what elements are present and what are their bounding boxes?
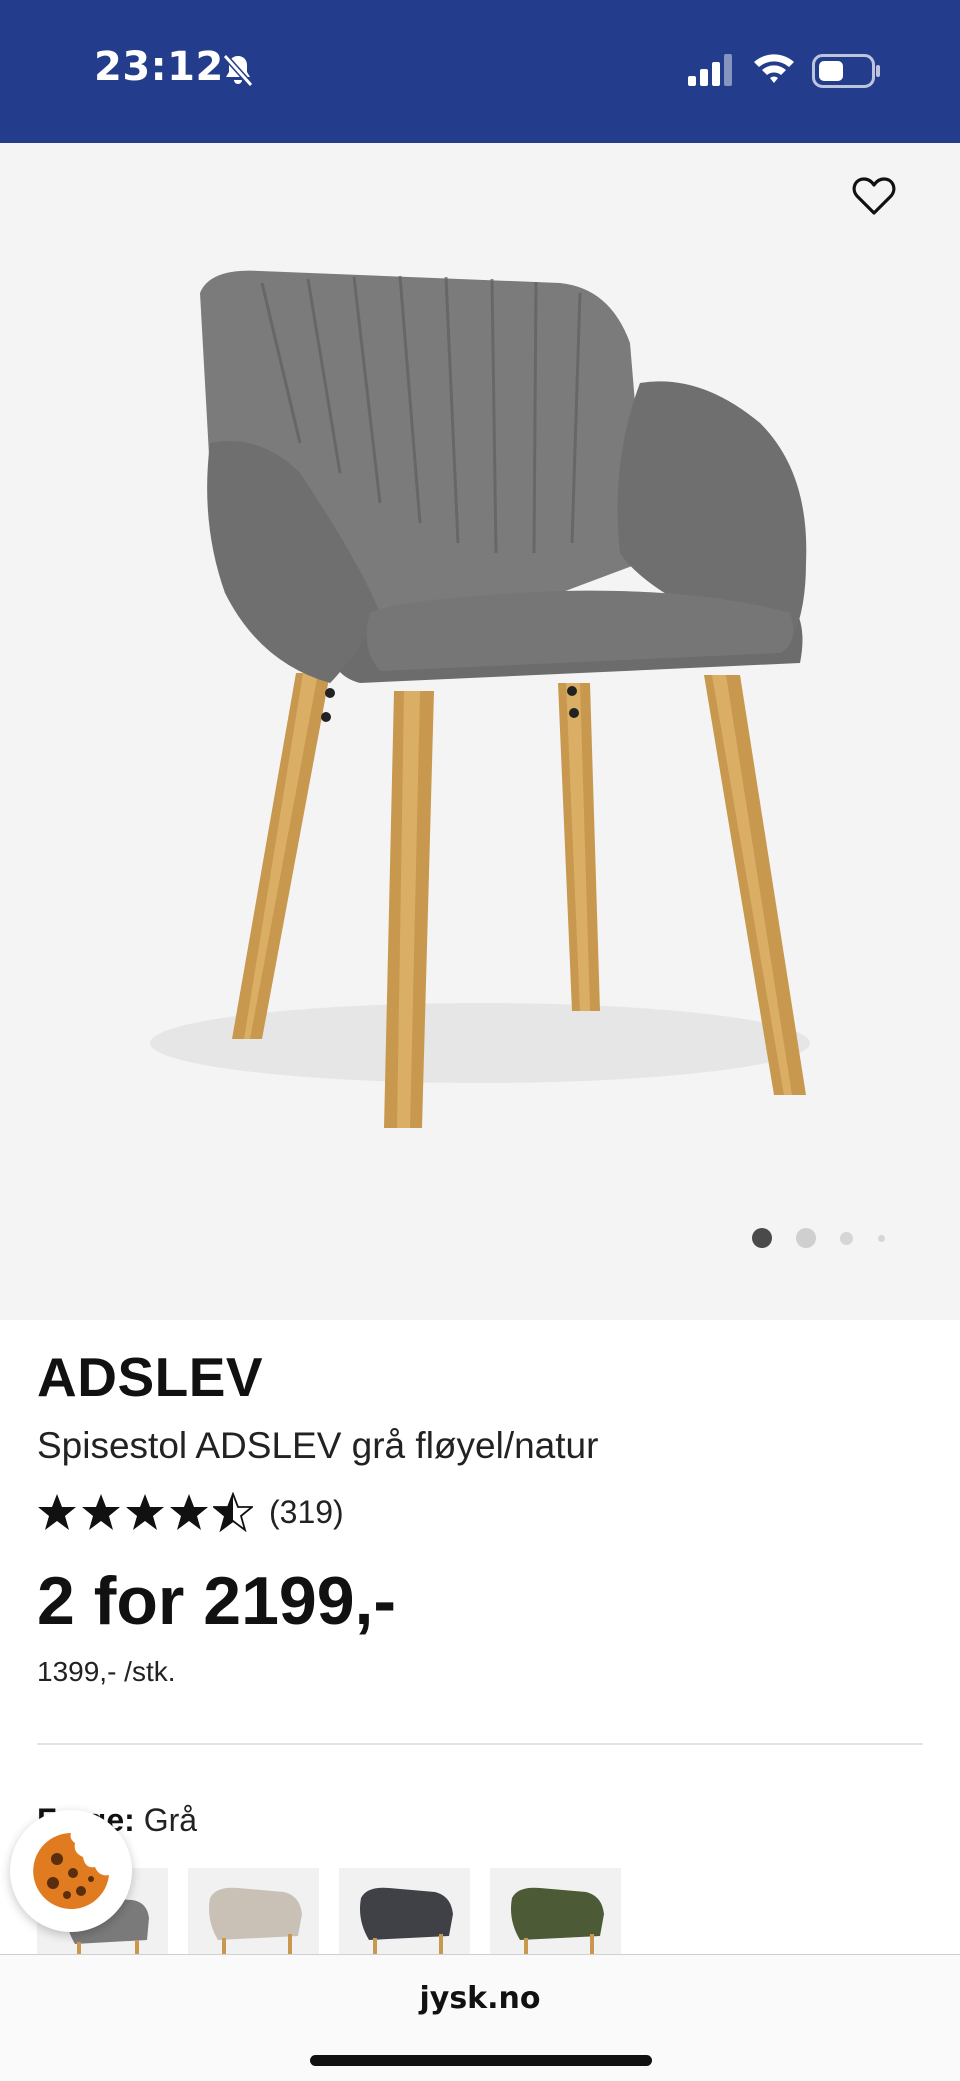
carousel-dot-4[interactable] [878, 1235, 885, 1242]
home-indicator[interactable] [310, 2055, 652, 2066]
chair-thumbnail-beige [209, 1887, 302, 1958]
bell-muted-icon [222, 53, 254, 88]
star-half-icon [213, 1492, 253, 1532]
rating-row[interactable]: (319) [37, 1490, 344, 1534]
divider [37, 1743, 923, 1745]
star-full-icon [82, 1494, 120, 1530]
chair-product-image [150, 270, 810, 1128]
status-time: 23:12 [94, 44, 224, 90]
product-image-carousel[interactable] [0, 143, 960, 1320]
star-full-icon [126, 1494, 164, 1530]
product-price: 2 for 2199,- [37, 1563, 397, 1639]
unit-price: 1399,- /stk. [37, 1656, 176, 1687]
swatch-beige[interactable] [188, 1868, 319, 1958]
status-bar: 23:12 [0, 0, 960, 143]
favorite-button[interactable] [846, 168, 902, 224]
carousel-dot-3[interactable] [840, 1232, 853, 1245]
battery-icon [812, 54, 880, 88]
wifi-icon [754, 54, 794, 83]
carousel-dot-1[interactable] [752, 1228, 772, 1248]
color-label-value: Grå [143, 1802, 198, 1838]
heart-outline-icon [852, 177, 896, 215]
star-full-icon [38, 1494, 76, 1530]
browser-url[interactable]: jysk.no [0, 1981, 960, 2016]
signal-icon [688, 54, 732, 86]
product-name: ADSLEV [37, 1346, 264, 1408]
product-description: Spisestol ADSLEV grå fløyel/natur [37, 1425, 599, 1466]
star-full-icon [170, 1494, 208, 1530]
star-rating [37, 1492, 253, 1532]
review-count-link[interactable]: (319) [269, 1494, 344, 1531]
swatch-dark-gray[interactable] [339, 1868, 470, 1958]
carousel-dot-2[interactable] [796, 1228, 816, 1248]
cookie-icon [33, 1833, 109, 1909]
chair-thumbnail-green [511, 1887, 604, 1958]
browser-address-bar[interactable]: jysk.no [0, 1954, 960, 2081]
chair-thumbnail-dark-gray [360, 1887, 453, 1958]
carousel-dots[interactable] [740, 1226, 900, 1250]
cookie-consent-button[interactable] [10, 1810, 132, 1932]
swatch-green[interactable] [490, 1868, 621, 1958]
